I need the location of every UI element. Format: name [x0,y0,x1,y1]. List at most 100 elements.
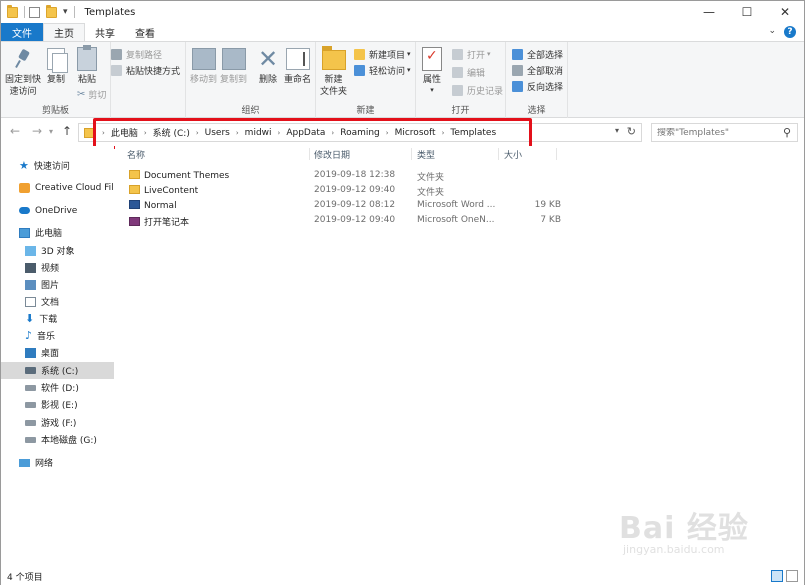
recent-locations-chevron-icon[interactable]: ▾ [49,127,53,136]
type-cell: 文件夹 [417,173,445,183]
back-arrow-icon[interactable]: ← [10,124,20,138]
tab-file[interactable]: 文件 [1,23,43,41]
nav-item-label: 文档 [41,298,60,308]
chevron-right-icon[interactable]: › [440,129,447,137]
search-box[interactable]: ⚲ [651,123,798,142]
expand-ribbon-chevron-icon[interactable]: ⌄ [768,26,776,38]
breadcrumb-templates[interactable]: Templates [446,128,500,138]
title-bar: ▾ Templates — ☐ ✕ [1,1,804,23]
column-divider[interactable] [498,148,499,160]
forward-arrow-icon[interactable]: → [32,124,42,138]
size-cell: 19 KB [534,200,561,210]
table-row[interactable]: Document Themes 2019-09-18 12:38 文件夹 [125,168,565,183]
invert-selection-button[interactable]: 反向选择 [512,78,563,94]
new-folder-icon[interactable] [46,4,57,18]
maximize-button[interactable]: ☐ [728,1,766,23]
table-row[interactable]: LiveContent 2019-09-12 09:40 文件夹 [125,183,565,198]
column-divider[interactable] [411,148,412,160]
refresh-icon[interactable]: ↻ [627,125,636,138]
watermark-brand: Bai 经验 [619,511,749,546]
tab-home[interactable]: 主页 [43,23,85,41]
drive-icon [25,419,36,426]
nav-item-onedrive[interactable]: OneDrive [1,202,114,219]
breadcrumb-roaming[interactable]: Roaming [336,128,384,138]
breadcrumb-system-c[interactable]: 系统 (C:) [149,126,194,139]
breadcrumb-appdata[interactable]: AppData [282,128,329,138]
details-view-icon[interactable] [771,570,783,582]
organize-group-label: 组织 [241,106,260,116]
rename-button[interactable]: 重命名 [284,46,311,86]
search-input[interactable] [657,127,777,138]
search-icon[interactable]: ⚲ [783,126,791,139]
pin-to-quick-access-button[interactable]: 固定到快 速访问 [5,46,41,98]
edit-button[interactable]: 编辑 [452,64,485,80]
select-all-icon [512,48,523,60]
table-row[interactable]: 打开笔记本 2019-09-12 09:40 Microsoft OneN...… [125,213,565,228]
breadcrumb-midwi[interactable]: midwi [241,128,276,138]
new-folder-button[interactable]: 新建 文件夹 [320,46,347,98]
copy-to-button[interactable]: 复制到 [220,46,247,86]
select-none-button[interactable]: 全部取消 [512,62,563,78]
tab-share[interactable]: 共享 [85,23,125,41]
open-button[interactable]: 打开 ▾ [452,46,491,62]
paste-button[interactable]: 粘贴 [77,45,97,86]
copy-path-button[interactable]: 复制路径 [111,46,162,62]
nav-item-network[interactable]: 网络 [1,454,114,471]
new-item-button[interactable]: 新建项目 ▾ [354,46,411,62]
nav-item-games-f[interactable]: 游戏 (F:) [1,414,114,431]
large-icons-view-icon[interactable] [786,570,798,582]
column-header-name[interactable]: 名称 [127,148,145,161]
column-header-type[interactable]: 类型 [417,148,435,161]
nav-item-3d-objects[interactable]: 3D 对象 [1,242,114,259]
breadcrumb-users[interactable]: Users [201,128,234,138]
move-to-button[interactable]: 移动到 [190,46,217,86]
nav-item-downloads[interactable]: ⬇ 下载 [1,310,114,327]
cut-button[interactable]: ✂ 剪切 [77,86,106,102]
nav-item-software-d[interactable]: 软件 (D:) [1,379,114,396]
folder-icon [129,185,140,194]
nav-item-system-c[interactable]: 系统 (C:) [1,362,114,379]
close-button[interactable]: ✕ [766,1,804,23]
customize-toolbar-chevron-icon[interactable]: ▾ [63,7,68,17]
nav-item-this-pc[interactable]: 此电脑 [1,224,114,241]
nav-item-creative-cloud[interactable]: Creative Cloud Files [1,179,114,196]
easy-access-button[interactable]: 轻松访问 ▾ [354,62,411,78]
address-bar[interactable]: › 此电脑 › 系统 (C:) › Users › midwi › AppDat… [78,123,642,142]
column-header-modified[interactable]: 修改日期 [314,148,350,161]
nav-item-quick-access[interactable]: ★ 快速访问 [1,157,114,174]
column-divider[interactable] [556,148,557,160]
chevron-right-icon[interactable]: › [194,129,201,137]
chevron-right-icon[interactable]: › [276,129,283,137]
pin-icon [12,48,34,70]
breadcrumb-microsoft[interactable]: Microsoft [391,128,440,138]
tab-view[interactable]: 查看 [125,23,165,41]
chevron-right-icon[interactable]: › [142,129,149,137]
column-divider[interactable] [309,148,310,160]
copy-button[interactable]: 复制 [47,46,68,86]
nav-item-videos[interactable]: 视频 [1,259,114,276]
nav-item-documents[interactable]: 文档 [1,293,114,310]
type-cell: 文件夹 [417,188,445,198]
properties-icon[interactable] [29,6,40,18]
select-all-button[interactable]: 全部选择 [512,46,563,62]
up-arrow-icon[interactable]: ↑ [62,124,72,138]
properties-button[interactable]: 属性 ▾ [422,46,442,94]
address-dropdown-icon[interactable]: ▾ [615,126,619,135]
column-header-size[interactable]: 大小 [504,148,522,161]
nav-item-music[interactable]: ♪ 音乐 [1,327,114,344]
chevron-right-icon[interactable]: › [384,129,391,137]
nav-item-local-disk-g[interactable]: 本地磁盘 (G:) [1,431,114,448]
chevron-right-icon[interactable]: › [234,129,241,137]
table-row[interactable]: Normal 2019-09-12 08:12 Microsoft Word .… [125,198,565,213]
history-button[interactable]: 历史记录 [452,82,503,98]
nav-item-video-e[interactable]: 影视 (E:) [1,396,114,413]
nav-item-pictures[interactable]: 图片 [1,276,114,293]
nav-item-desktop[interactable]: 桌面 [1,344,114,361]
chevron-right-icon[interactable]: › [329,129,336,137]
minimize-button[interactable]: — [690,1,728,23]
paste-shortcut-button[interactable]: 粘贴快捷方式 [111,62,180,78]
delete-button[interactable]: ✕ 删除 [258,46,278,86]
help-icon[interactable]: ? [784,26,796,38]
breadcrumb-this-pc[interactable]: 此电脑 [107,126,142,139]
file-name: Normal [144,201,177,211]
